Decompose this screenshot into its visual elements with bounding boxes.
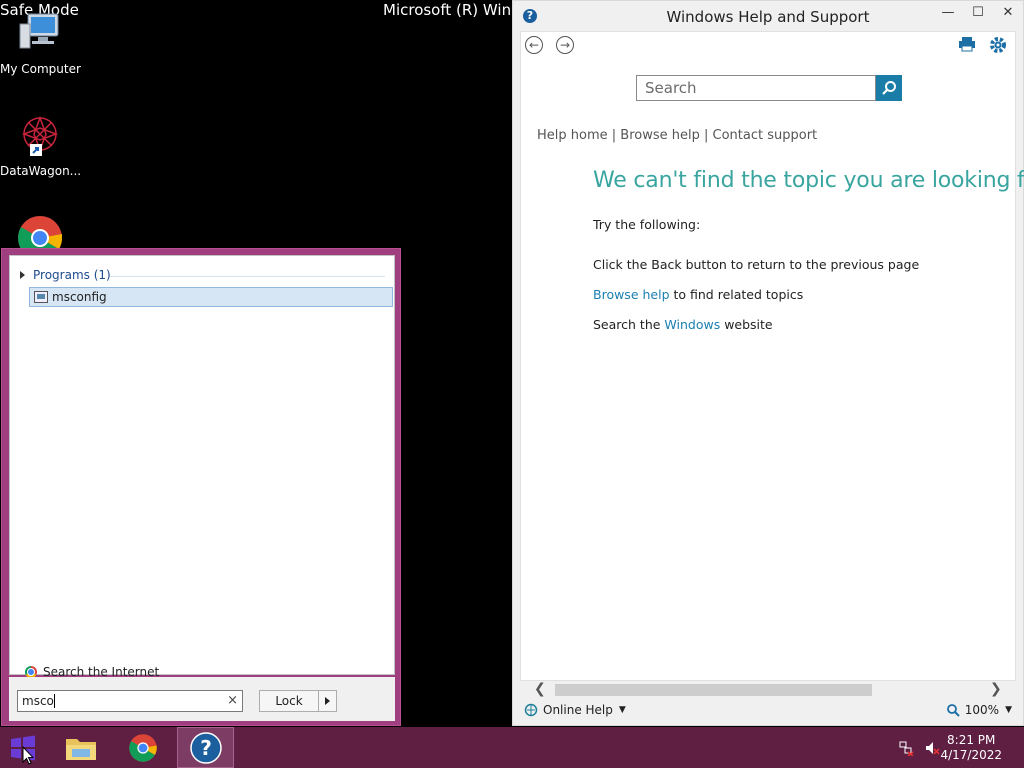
link-separator: |	[607, 128, 621, 143]
horizontal-scrollbar[interactable]: ❮ ❯	[520, 681, 1016, 699]
suggestion-back: Click the Back button to return to the p…	[593, 257, 920, 272]
programs-group-header[interactable]: Programs (1)	[20, 268, 111, 282]
folder-icon	[66, 738, 96, 760]
help-search-button[interactable]	[876, 75, 902, 101]
suggestion-browse: Browse help to find related topics	[593, 287, 803, 302]
help-home-link[interactable]: Help home	[537, 128, 608, 143]
search-icon	[882, 81, 896, 95]
start-bottom-bar: msco × Lock	[9, 677, 395, 721]
forward-button[interactable]: →	[556, 36, 574, 54]
zoom-level: 100%	[964, 703, 1000, 717]
page-title: We can't find the topic you are looking …	[593, 168, 1024, 193]
system-clock[interactable]: 8:21 PM 4/17/2022	[940, 733, 1002, 763]
help-nav-links: Help home | Browse help | Contact suppor…	[537, 128, 817, 143]
programs-header-label: Programs (1)	[33, 268, 111, 282]
suggestion-browse-text: to find related topics	[669, 287, 804, 302]
clock-date: 4/17/2022	[940, 748, 1002, 762]
online-help-dropdown[interactable]: Online Help ▼	[524, 703, 626, 717]
chrome-icon	[129, 733, 157, 762]
taskbar: ? 8:21 PM 4/17/2022	[0, 727, 1024, 768]
maximize-button[interactable]: ☐	[963, 1, 993, 23]
zoom-dropdown[interactable]: 100% ▼	[946, 703, 1012, 717]
scroll-right-icon[interactable]: ❯	[990, 681, 1002, 697]
settings-gear-icon[interactable]	[989, 36, 1007, 59]
help-window: ? Windows Help and Support — ☐ ✕ ← → Sea…	[512, 0, 1024, 726]
svg-text:?: ?	[200, 736, 212, 760]
desktop-icon-datawagon[interactable]: DataWagon...	[0, 112, 82, 178]
lock-button[interactable]: Lock	[259, 690, 337, 712]
search-input-value: msco	[22, 694, 54, 708]
suggestion-website-post: website	[720, 317, 773, 332]
windows-website-link[interactable]: Windows	[664, 317, 720, 332]
scrollbar-thumb[interactable]	[555, 684, 872, 696]
help-content-area: ← → Search Help home | Browse help | Con…	[520, 31, 1024, 681]
dropdown-arrow-icon: ▼	[618, 705, 626, 715]
scroll-left-icon[interactable]: ❮	[534, 681, 546, 697]
close-button[interactable]: ✕	[993, 1, 1023, 23]
search-result-label: msconfig	[52, 290, 107, 304]
network-disconnected-icon[interactable]	[898, 740, 914, 756]
contact-support-link[interactable]: Contact support	[713, 128, 818, 143]
search-result-msconfig[interactable]: msconfig	[29, 287, 393, 307]
clear-search-icon[interactable]: ×	[227, 691, 238, 711]
back-button[interactable]: ←	[525, 36, 543, 54]
taskbar-help-and-support[interactable]: ?	[177, 727, 234, 768]
print-icon[interactable]	[958, 36, 976, 57]
desktop-title-text: Microsoft (R) Windo	[383, 1, 513, 19]
divider	[110, 276, 385, 277]
online-help-label: Online Help	[543, 703, 613, 717]
msconfig-icon	[34, 291, 48, 303]
browse-help-link[interactable]: Browse help	[620, 128, 700, 143]
start-search-input[interactable]: msco ×	[17, 690, 243, 712]
help-icon: ?	[189, 731, 222, 764]
suggestion-website-pre: Search the	[593, 317, 665, 332]
back-arrow-icon: ←	[528, 38, 540, 52]
desktop-icon-label: DataWagon...	[0, 164, 82, 178]
dropdown-arrow-icon: ▼	[1005, 705, 1012, 715]
help-search-input[interactable]: Search	[636, 75, 876, 101]
zoom-icon	[946, 704, 960, 717]
lock-button-label: Lock	[260, 691, 319, 711]
mouse-cursor-icon	[22, 746, 34, 765]
expand-arrow-icon	[20, 271, 25, 279]
clock-time: 8:21 PM	[947, 733, 996, 747]
taskbar-chrome[interactable]	[120, 727, 166, 768]
suggestion-website: Search the Windows website	[593, 317, 773, 332]
help-status-bar: Online Help ▼ 100% ▼	[520, 700, 1016, 720]
taskbar-file-explorer[interactable]	[58, 727, 104, 768]
power-options-arrow-icon[interactable]	[319, 691, 336, 711]
try-following-text: Try the following:	[593, 217, 701, 232]
speaker-muted-icon[interactable]	[924, 740, 940, 756]
desktop-icon-my-computer[interactable]: My Computer	[0, 10, 81, 76]
minimize-button[interactable]: —	[933, 1, 963, 23]
browse-help-inline-link[interactable]: Browse help	[593, 287, 670, 302]
desktop-icon-label: My Computer	[0, 62, 81, 76]
start-menu: Programs (1) msconfig Search the Interne…	[1, 248, 401, 726]
datawagon-icon	[16, 112, 64, 160]
start-results-panel: Programs (1) msconfig Search the Interne…	[9, 255, 395, 679]
help-titlebar[interactable]: ? Windows Help and Support — ☐ ✕	[513, 1, 1023, 31]
online-help-icon	[524, 703, 538, 717]
forward-arrow-icon: →	[559, 38, 571, 52]
computer-icon	[16, 10, 64, 58]
link-separator: |	[699, 128, 713, 143]
